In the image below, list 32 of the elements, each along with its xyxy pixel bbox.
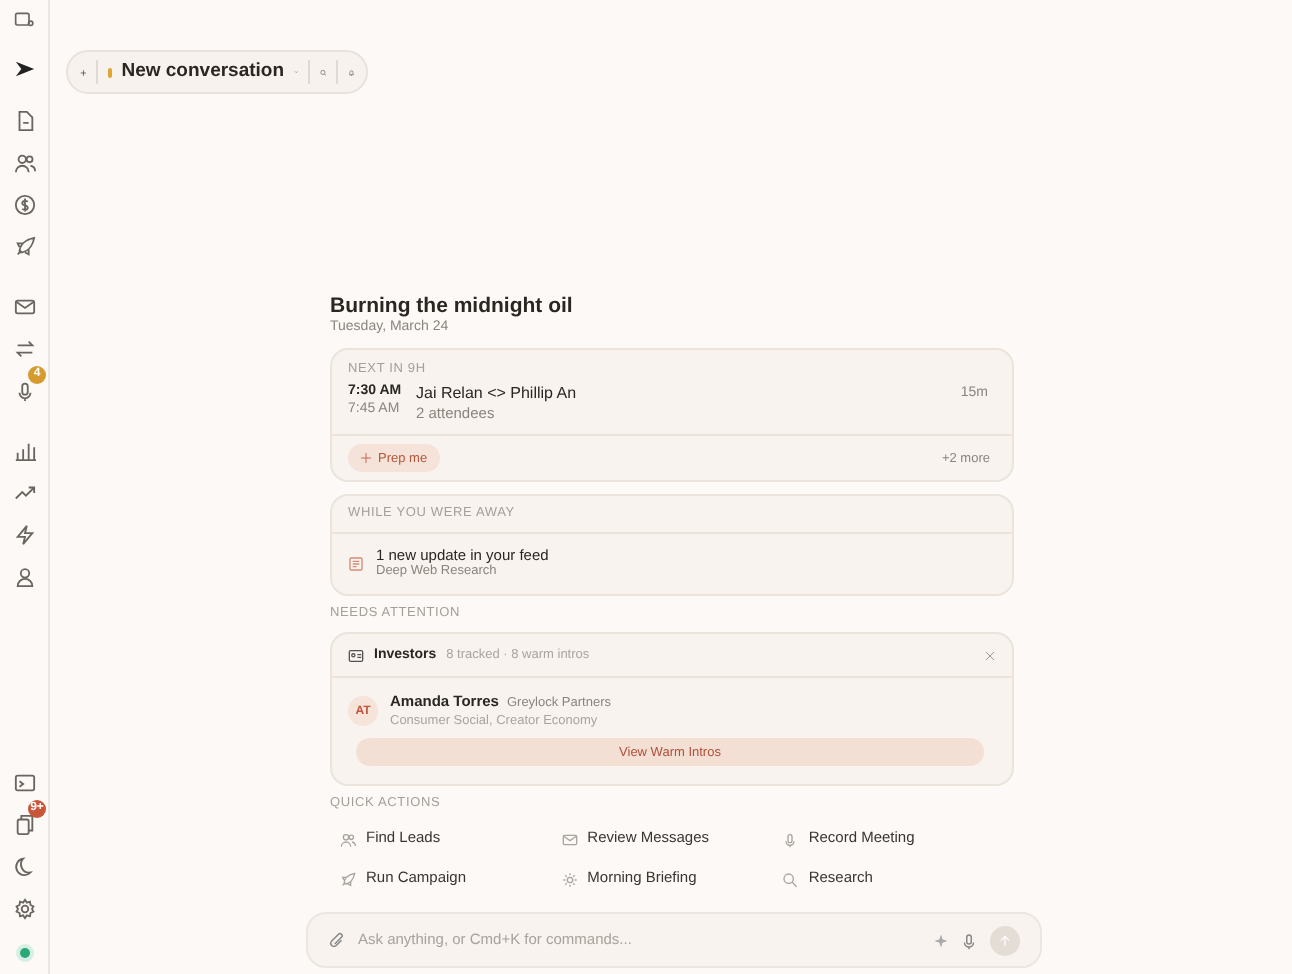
envelope-icon[interactable] [13, 295, 35, 317]
microphone-icon [782, 831, 799, 848]
feed-icon [348, 555, 364, 572]
conversation-title[interactable]: New conversation [121, 57, 285, 87]
paperclip-icon[interactable] [328, 931, 346, 949]
bar-chart-icon[interactable] [13, 439, 35, 461]
arrow-logo-icon[interactable] [13, 57, 35, 79]
id-card-icon [348, 647, 364, 664]
moon-icon[interactable] [13, 855, 35, 877]
trend-line-icon[interactable] [13, 481, 35, 503]
document-icon[interactable] [13, 109, 35, 131]
rocket-icon[interactable] [13, 235, 35, 257]
microphone-icon[interactable] [13, 379, 35, 401]
envelope-icon [561, 831, 578, 848]
person-icon[interactable] [13, 565, 35, 587]
rocket-icon [340, 871, 356, 888]
files-icon[interactable] [13, 813, 35, 835]
sun-icon [561, 871, 578, 888]
close-icon[interactable] [984, 649, 996, 662]
people-icon [340, 831, 356, 848]
panel-icon[interactable] [14, 10, 34, 30]
swap-arrows-icon[interactable] [13, 337, 35, 359]
settings-icon[interactable] [13, 897, 35, 919]
search-icon [782, 871, 799, 888]
people-icon[interactable] [13, 151, 35, 173]
microphone-icon[interactable] [960, 931, 978, 949]
lightning-icon[interactable] [13, 523, 35, 545]
greeting-title: Burning the midnight oil [330, 294, 575, 319]
meeting-title: Jai Relan <> Phillip An [416, 383, 579, 402]
up-arrow-icon [998, 933, 1012, 947]
terminal-icon[interactable] [13, 771, 35, 793]
dollar-icon[interactable] [13, 193, 35, 215]
